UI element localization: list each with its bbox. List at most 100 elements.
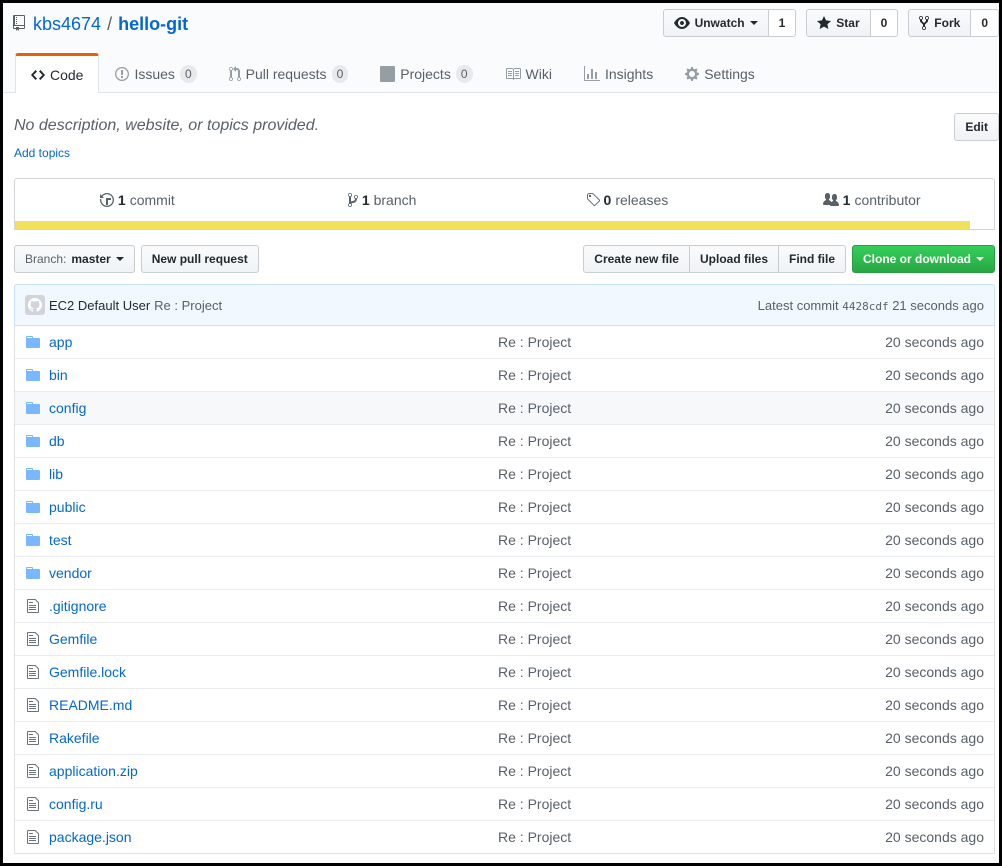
file-row[interactable]: vendor Re : Project 20 seconds ago (15, 556, 994, 589)
file-row[interactable]: config.ru Re : Project 20 seconds ago (15, 787, 994, 820)
file-age: 20 seconds ago (885, 829, 984, 845)
file-row[interactable]: config Re : Project 20 seconds ago (15, 391, 994, 424)
file-commit-message[interactable]: Re : Project (498, 664, 571, 680)
contributors-summary[interactable]: 1 contributor (749, 192, 994, 208)
file-row[interactable]: Rakefile Re : Project 20 seconds ago (15, 721, 994, 754)
file-icon (25, 796, 41, 812)
file-commit-message[interactable]: Re : Project (498, 730, 571, 746)
tab-wiki[interactable]: Wiki (489, 53, 568, 93)
fork-label: Fork (934, 16, 961, 30)
file-commit-message[interactable]: Re : Project (498, 400, 571, 416)
file-commit-message[interactable]: Re : Project (498, 334, 571, 350)
project-icon (380, 65, 396, 82)
file-name-link[interactable]: application.zip (49, 763, 494, 779)
file-row[interactable]: db Re : Project 20 seconds ago (15, 424, 994, 457)
file-name-link[interactable]: lib (49, 466, 494, 482)
file-commit-message[interactable]: Re : Project (498, 796, 571, 812)
latest-commit-label: Latest commit (757, 297, 839, 313)
commit-sha[interactable]: 4428cdf (842, 300, 888, 313)
file-name-link[interactable]: app (49, 334, 494, 350)
tab-pull-requests[interactable]: Pull requests 0 (213, 53, 365, 93)
create-new-file-button[interactable]: Create new file (583, 245, 690, 273)
file-commit-message[interactable]: Re : Project (498, 697, 571, 713)
commits-count: 1 (117, 192, 126, 208)
file-row[interactable]: Gemfile Re : Project 20 seconds ago (15, 622, 994, 655)
file-commit-message[interactable]: Re : Project (498, 433, 571, 449)
file-commit-message[interactable]: Re : Project (498, 631, 571, 647)
file-commit-message[interactable]: Re : Project (498, 565, 571, 581)
file-name-link[interactable]: db (49, 433, 494, 449)
tab-label: Wiki (525, 65, 552, 82)
eye-icon (673, 17, 690, 29)
tab-settings[interactable]: Settings (669, 53, 771, 93)
file-row[interactable]: .gitignore Re : Project 20 seconds ago (15, 589, 994, 622)
branch-select-button[interactable]: Branch: master (14, 245, 135, 273)
new-pull-request-button[interactable]: New pull request (140, 245, 259, 273)
commits-summary[interactable]: 1 commit (15, 192, 260, 208)
file-name-link[interactable]: Gemfile (49, 631, 494, 647)
avatar[interactable] (25, 295, 45, 315)
file-name-link[interactable]: .gitignore (49, 598, 494, 614)
fork-group: Fork 0 (908, 9, 999, 37)
tab-code[interactable]: Code (15, 53, 100, 93)
releases-summary[interactable]: 0 releases (505, 192, 750, 208)
forks-count[interactable]: 0 (971, 9, 999, 37)
commit-author[interactable]: EC2 Default User (49, 298, 150, 313)
file-age: 20 seconds ago (885, 664, 984, 680)
add-topics-link[interactable]: Add topics (14, 146, 70, 160)
latest-commit-bar: EC2 Default User Re : Project Latest com… (14, 284, 995, 326)
fork-button[interactable]: Fork (908, 9, 972, 37)
contributors-label: contributor (854, 192, 921, 208)
folder-icon (25, 400, 41, 416)
file-row[interactable]: Gemfile.lock Re : Project 20 seconds ago (15, 655, 994, 688)
file-name-link[interactable]: config (49, 400, 494, 416)
star-button[interactable]: Star (806, 9, 871, 37)
file-row[interactable]: app Re : Project 20 seconds ago (15, 325, 994, 358)
repo-owner-link[interactable]: kbs4674 (33, 14, 101, 35)
watchers-count[interactable]: 1 (768, 9, 797, 37)
find-file-button[interactable]: Find file (778, 245, 846, 273)
file-name-link[interactable]: Rakefile (49, 730, 494, 746)
file-name-link[interactable]: public (49, 499, 494, 515)
file-row[interactable]: application.zip Re : Project 20 seconds ag… (15, 754, 994, 787)
file-name-link[interactable]: test (49, 532, 494, 548)
file-row[interactable]: test Re : Project 20 seconds ago (15, 523, 994, 556)
file-name-link[interactable]: Gemfile.lock (49, 664, 494, 680)
commit-message[interactable]: Re : Project (154, 298, 222, 313)
file-row[interactable]: public Re : Project 20 seconds ago (15, 490, 994, 523)
file-row[interactable]: lib Re : Project 20 seconds ago (15, 457, 994, 490)
file-row[interactable]: package.json Re : Project 20 seconds ago (15, 820, 994, 853)
repo-name-link[interactable]: hello-git (118, 14, 188, 35)
repo-page: kbs4674 / hello-git Unwatch 1 Star 0 For… (0, 0, 1002, 866)
tab-insights[interactable]: Insights (568, 53, 669, 93)
file-age: 20 seconds ago (885, 400, 984, 416)
file-commit-message[interactable]: Re : Project (498, 499, 571, 515)
tab-issues[interactable]: Issues 0 (99, 53, 212, 93)
file-commit-message[interactable]: Re : Project (498, 532, 571, 548)
file-commit-message[interactable]: Re : Project (498, 466, 571, 482)
file-name-link[interactable]: bin (49, 367, 494, 383)
file-commit-message[interactable]: Re : Project (498, 598, 571, 614)
clone-download-button[interactable]: Clone or download (852, 245, 995, 273)
tab-projects[interactable]: Projects 0 (364, 53, 488, 93)
file-row[interactable]: README.md Re : Project 20 seconds ago (15, 688, 994, 721)
tab-label: Insights (604, 65, 654, 82)
folder-icon (25, 532, 41, 548)
edit-button[interactable]: Edit (954, 113, 999, 141)
file-commit-message[interactable]: Re : Project (498, 763, 571, 779)
file-name-link[interactable]: config.ru (49, 796, 494, 812)
language-bar[interactable] (15, 221, 994, 229)
file-row[interactable]: bin Re : Project 20 seconds ago (15, 358, 994, 391)
upload-files-button[interactable]: Upload files (688, 245, 779, 273)
file-commit-message[interactable]: Re : Project (498, 367, 571, 383)
history-icon (99, 193, 114, 207)
file-commit-message[interactable]: Re : Project (498, 829, 571, 845)
file-name-link[interactable]: README.md (49, 697, 494, 713)
branches-summary[interactable]: 1 branch (260, 192, 505, 208)
file-name-link[interactable]: package.json (49, 829, 494, 845)
folder-icon (25, 565, 41, 581)
unwatch-button[interactable]: Unwatch (662, 9, 769, 37)
stars-count[interactable]: 0 (870, 9, 899, 37)
file-icon (25, 763, 41, 779)
file-name-link[interactable]: vendor (49, 565, 494, 581)
